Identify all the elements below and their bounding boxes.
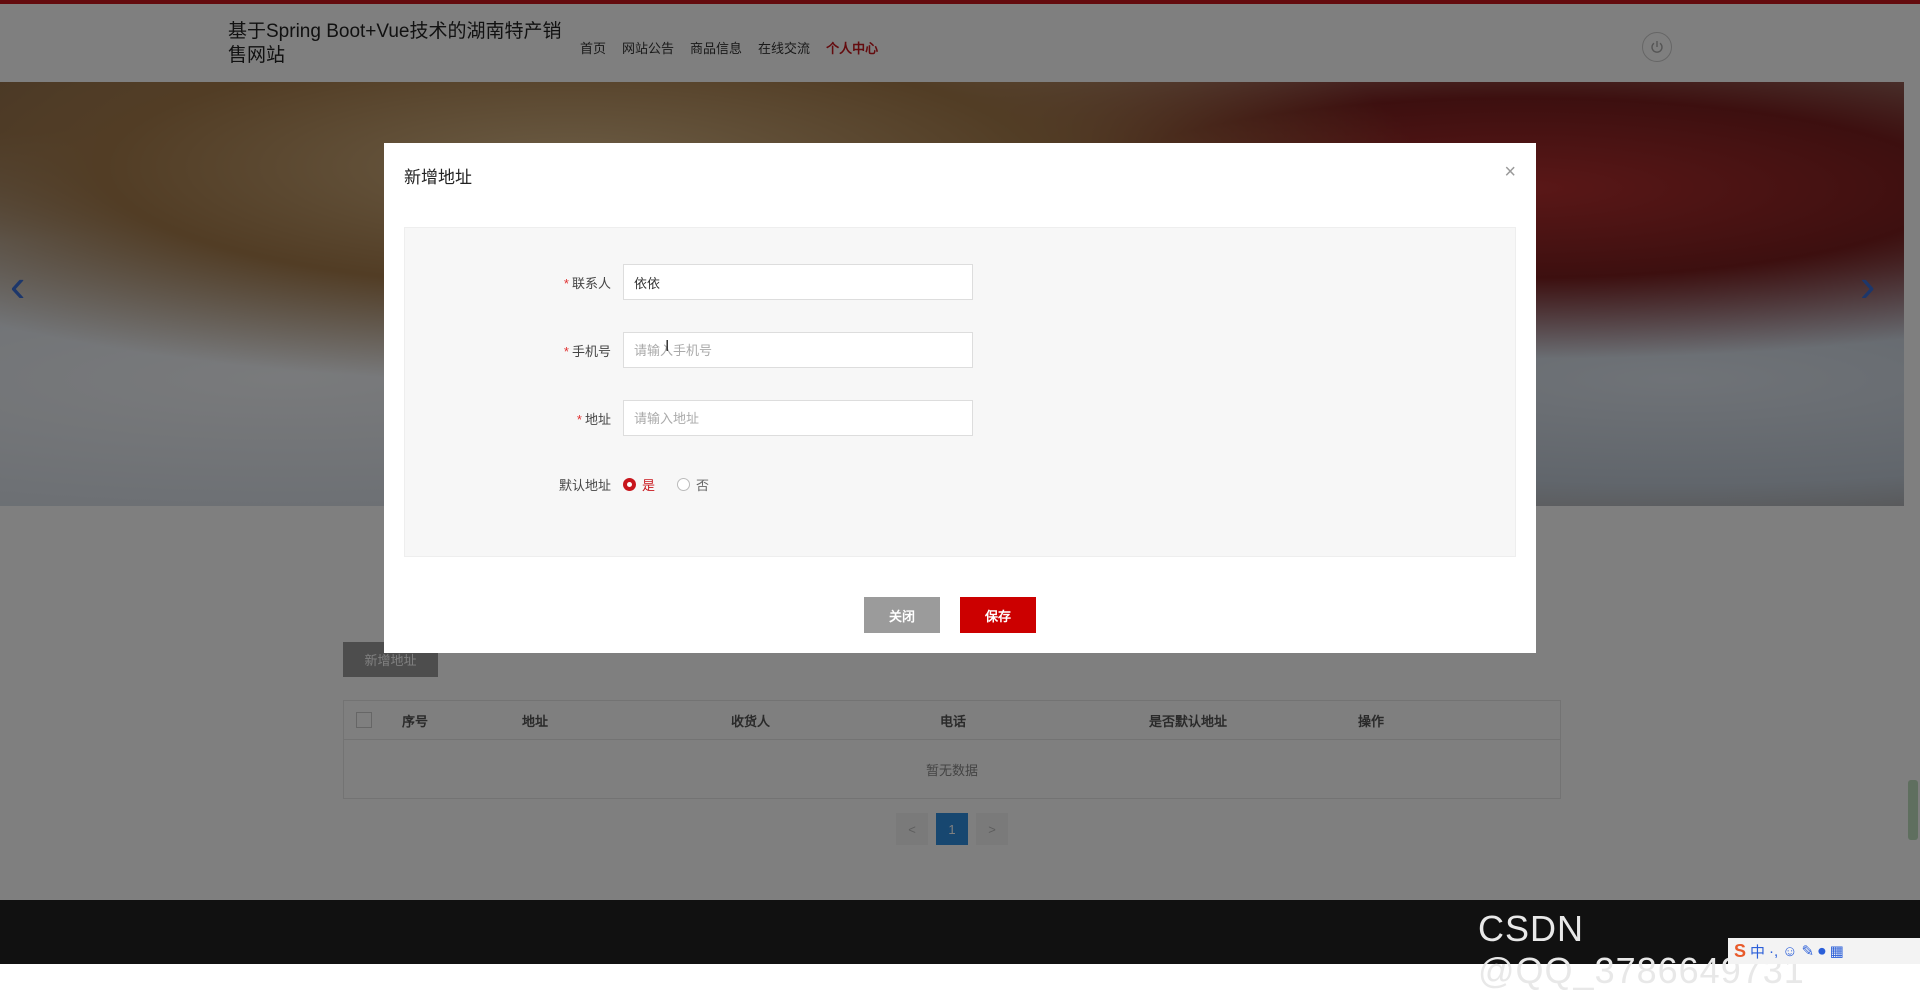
required-mark: * bbox=[563, 343, 569, 359]
dialog-title: 新增地址 bbox=[404, 168, 472, 187]
address-form: *联系人 *手机号 *地址 默认地址 是 否 bbox=[404, 227, 1516, 557]
phone-label: * 手机号 bbox=[405, 341, 623, 360]
dialog-close-button[interactable]: 关闭 bbox=[864, 597, 940, 633]
ime-punctuation-icon[interactable]: ·, bbox=[1769, 943, 1778, 960]
contact-label: * 联系人 bbox=[405, 273, 623, 292]
ime-toolbar[interactable]: S 中 ·, ☺ ✎ ⏺ ▦ bbox=[1728, 938, 1920, 964]
close-icon[interactable]: × bbox=[1504, 161, 1516, 184]
radio-unchecked-icon bbox=[677, 477, 691, 491]
required-mark: * bbox=[563, 275, 569, 291]
sogou-logo-icon: S bbox=[1734, 940, 1747, 961]
default-label: 默认地址 bbox=[558, 477, 611, 493]
default-no-label: 否 bbox=[696, 477, 710, 493]
ime-mode-chinese[interactable]: 中 bbox=[1750, 941, 1765, 962]
form-row-contact: * 联系人 bbox=[405, 264, 1515, 300]
required-mark: * bbox=[576, 411, 582, 427]
form-row-default: 默认地址 是 否 bbox=[405, 466, 1515, 502]
ime-emoji-icon[interactable]: ☺ bbox=[1782, 943, 1797, 960]
ime-pen-icon[interactable]: ✎ bbox=[1802, 942, 1815, 960]
default-radio-group: 是 否 bbox=[623, 475, 709, 494]
form-row-phone: * 手机号 bbox=[405, 332, 1515, 368]
side-scroll-handle[interactable] bbox=[1908, 780, 1918, 840]
text-cursor-icon: I bbox=[665, 338, 670, 355]
contact-label-text: 联系人 bbox=[571, 275, 611, 291]
phone-label-text: 手机号 bbox=[571, 343, 611, 359]
ime-mic-icon[interactable]: ⏺ bbox=[1818, 943, 1826, 960]
add-address-dialog: 新增地址 × *联系人 *手机号 *地址 默认地址 是 否 bbox=[384, 143, 1536, 653]
phone-input[interactable] bbox=[623, 332, 973, 368]
contact-input[interactable] bbox=[623, 264, 973, 300]
default-no-radio[interactable]: 否 bbox=[677, 475, 709, 494]
radio-checked-icon bbox=[623, 477, 636, 491]
ime-grid-icon[interactable]: ▦ bbox=[1830, 942, 1844, 960]
address-input[interactable] bbox=[623, 400, 973, 436]
dialog-save-button[interactable]: 保存 bbox=[960, 597, 1036, 633]
address-label-text: 地址 bbox=[584, 411, 611, 427]
default-yes-radio[interactable]: 是 bbox=[623, 475, 655, 494]
form-row-address: * 地址 bbox=[405, 400, 1515, 436]
default-yes-label: 是 bbox=[642, 477, 656, 493]
address-label: * 地址 bbox=[405, 409, 623, 428]
